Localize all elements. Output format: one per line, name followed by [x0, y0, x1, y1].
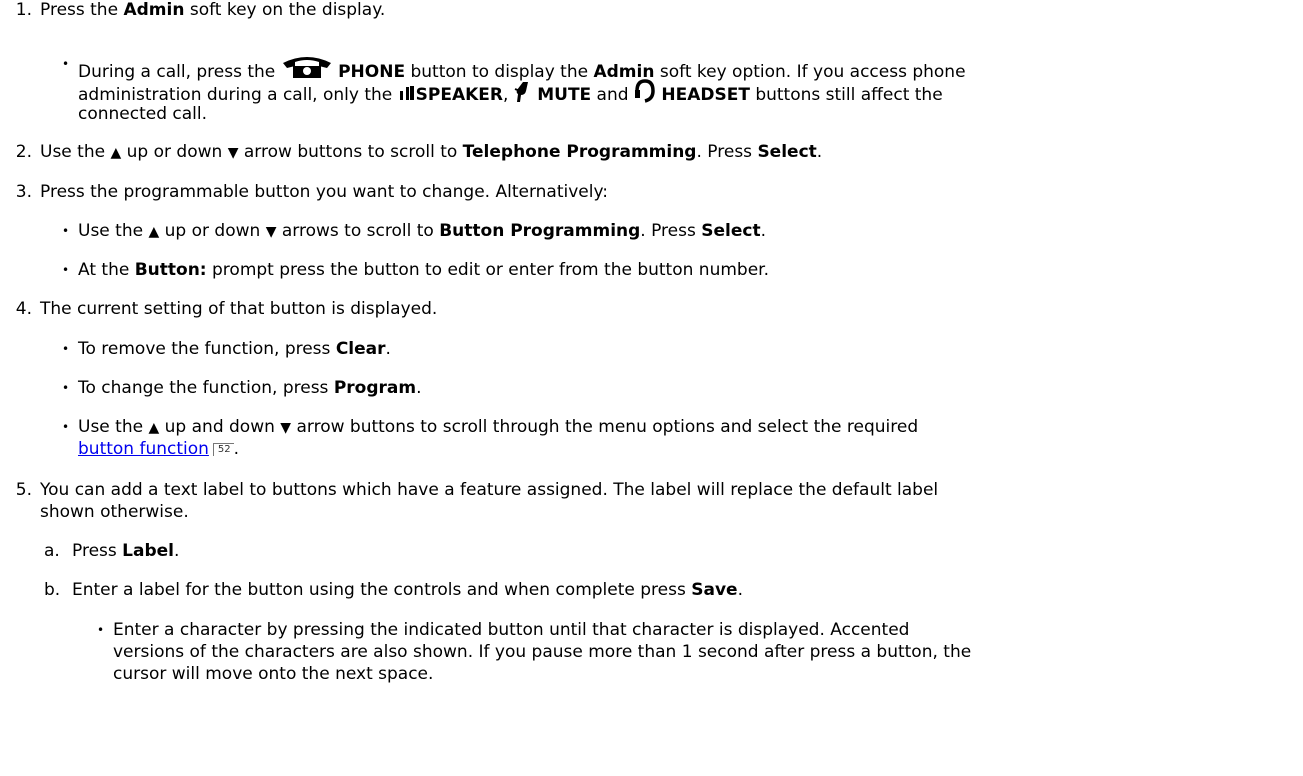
bullet-icon: •: [62, 420, 70, 434]
step-1-bullet-line-3: connected call.: [78, 104, 208, 124]
sub-step-letter: a.: [44, 541, 60, 561]
step-3-bullet-1: Use the ▲ up or down ▼ arrows to scroll …: [78, 221, 766, 241]
bullet-icon: •: [62, 263, 70, 277]
up-arrow-icon: ▲: [110, 145, 122, 161]
step-4-bullet-3-line-1: Use the ▲ up and down ▼ arrow buttons to…: [78, 417, 919, 437]
step-4-bullet-2: To change the function, press Program.: [78, 378, 422, 398]
step-4-bullet-1: To remove the function, press Clear.: [78, 339, 391, 359]
button-function-link[interactable]: button function: [78, 439, 209, 459]
step-5b-bullet-line-1: Enter a character by pressing the indica…: [113, 620, 910, 640]
step-1-bullet-line-1: During a call, press the PHONE button to…: [78, 54, 966, 82]
sub-step-letter: b.: [44, 580, 61, 600]
step-4-bullet-3-line-2: button function 52.: [78, 439, 240, 459]
step-3-bullet-2: At the Button: prompt press the button t…: [78, 260, 769, 280]
bullet-icon: •: [62, 342, 70, 356]
speaker-icon: [399, 86, 414, 100]
bullet-icon: •: [62, 381, 70, 395]
up-arrow-icon: ▲: [148, 420, 160, 436]
page-reference-badge[interactable]: 52: [212, 443, 234, 456]
step-number: 2.: [15, 142, 32, 162]
step-number: 1.: [15, 0, 32, 20]
step-number: 3.: [15, 182, 32, 202]
up-arrow-icon: ▲: [148, 224, 160, 240]
down-arrow-icon: ▼: [227, 145, 239, 161]
mute-icon: [514, 82, 528, 102]
step-5-line-2: shown otherwise.: [40, 502, 189, 522]
down-arrow-icon: ▼: [280, 420, 292, 436]
bullet-icon: •: [97, 623, 105, 637]
headset-icon: [634, 79, 655, 103]
step-number: 5.: [15, 480, 32, 500]
step-1-bullet-line-2: administration during a call, only the S…: [78, 79, 943, 105]
step-5b-bullet-line-2: versions of the characters are also show…: [113, 642, 972, 662]
phone-icon: [282, 57, 331, 78]
bullet-icon: •: [62, 224, 70, 238]
step-5b-bullet-line-3: cursor will move onto the next space.: [113, 664, 434, 684]
step-number: 4.: [15, 299, 32, 319]
bullet-icon: •: [62, 57, 70, 71]
down-arrow-icon: ▼: [265, 224, 277, 240]
